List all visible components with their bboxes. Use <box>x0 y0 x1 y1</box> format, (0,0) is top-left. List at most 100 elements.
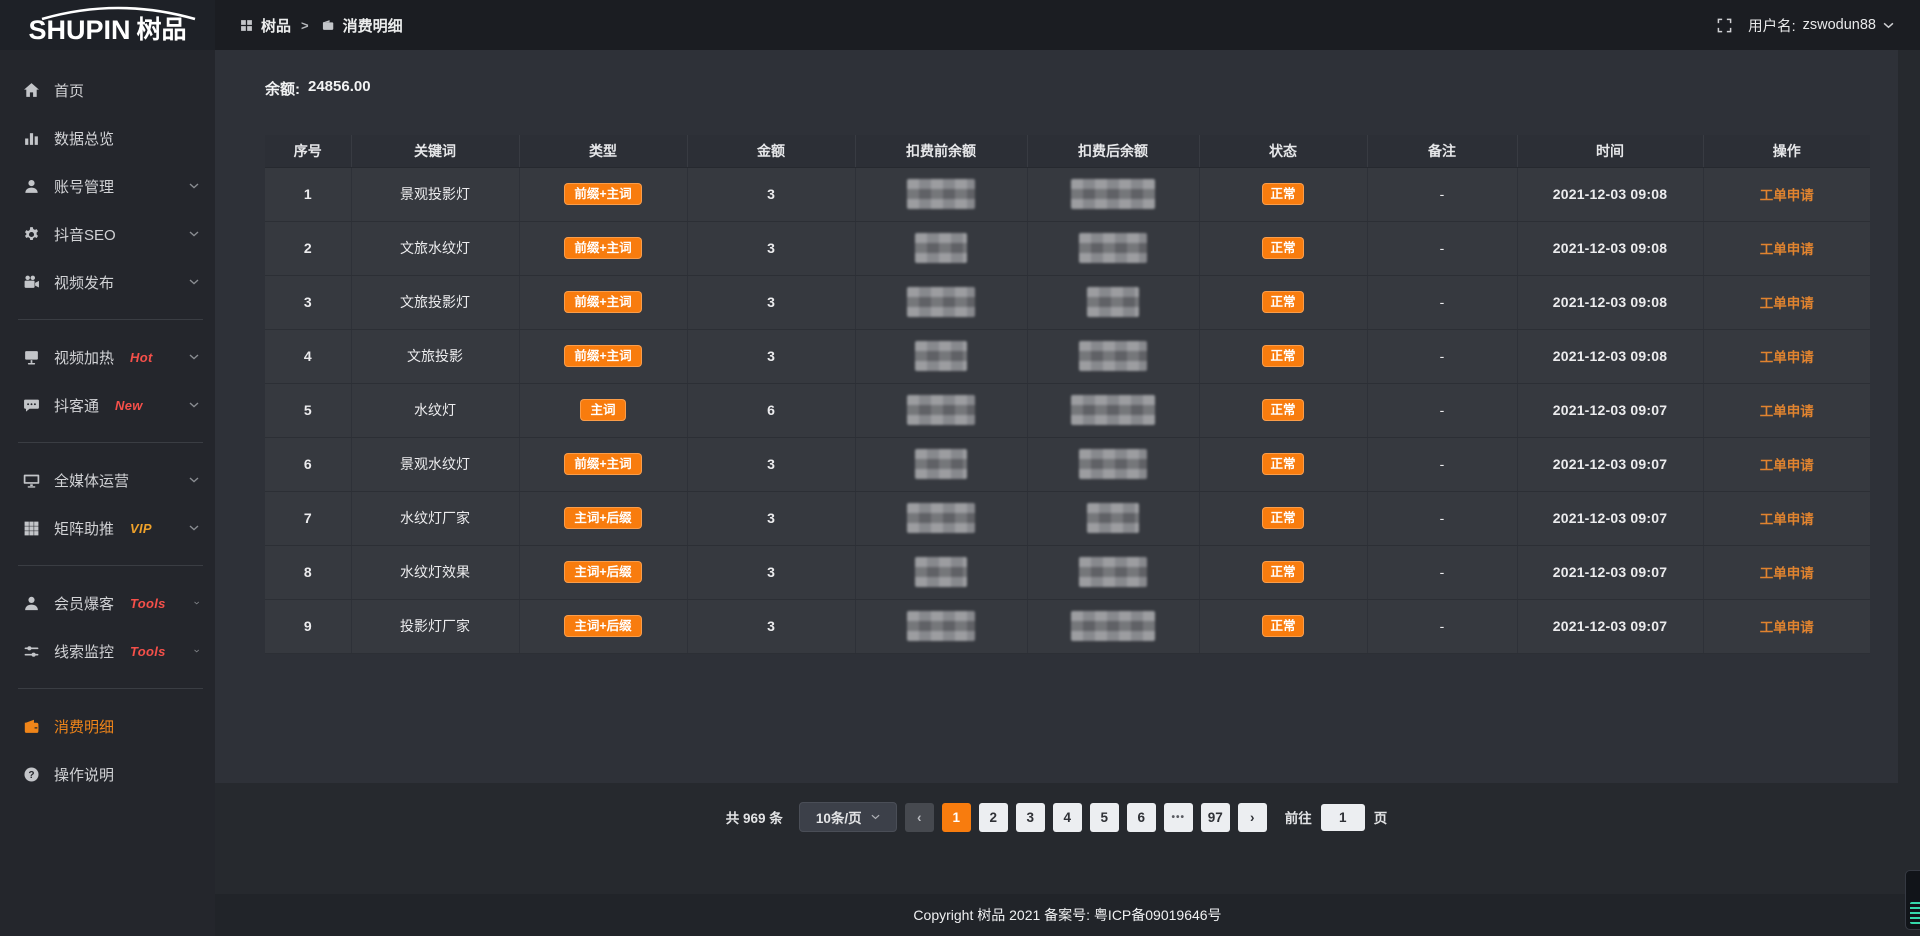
sidebar-item-video-heat[interactable]: 视频加热 Hot <box>0 333 215 381</box>
redacted-balance-before <box>907 287 975 317</box>
sidebar-item-instructions[interactable]: ? 操作说明 <box>0 750 215 798</box>
ticket-apply-link[interactable]: 工单申请 <box>1760 512 1814 527</box>
sidebar-divider <box>18 688 203 689</box>
ticket-apply-link[interactable]: 工单申请 <box>1760 620 1814 635</box>
copyright-text: Copyright 树品 2021 备案号: 粤ICP备09019646号 <box>913 905 1221 925</box>
col-type: 类型 <box>519 135 687 167</box>
sidebar: 首页 数据总览 账号管理 抖音SEO 视频发布 视频加热 <box>0 50 215 936</box>
keyword-cell: 水纹灯效果 <box>351 545 519 599</box>
col-action: 操作 <box>1703 135 1870 167</box>
page-button-2[interactable]: 2 <box>979 803 1008 832</box>
sidebar-item-douyin-seo[interactable]: 抖音SEO <box>0 210 215 258</box>
sidebar-item-media-operation[interactable]: 全媒体运营 <box>0 456 215 504</box>
chevron-down-icon <box>194 648 199 654</box>
sidebar-item-doukentong[interactable]: 抖客通 New <box>0 381 215 429</box>
note-cell: - <box>1367 545 1517 599</box>
logo-text-cn: 树品 <box>137 17 187 43</box>
chevron-down-icon <box>189 477 199 483</box>
table-row: 8 水纹灯效果 主词+后缀 3 正常 - 2021-12-03 09:07 工单… <box>265 545 1870 599</box>
breadcrumb-item-current[interactable]: 消费明细 <box>319 15 403 36</box>
keyword-cell: 文旅投影灯 <box>351 275 519 329</box>
breadcrumb-separator: > <box>301 18 309 33</box>
ticket-apply-link[interactable]: 工单申请 <box>1760 458 1814 473</box>
sidebar-divider <box>18 565 203 566</box>
chat-icon <box>22 397 40 414</box>
logo-arc-icon <box>36 5 201 21</box>
table-row: 6 景观水纹灯 前缀+主词 3 正常 - 2021-12-03 09:07 工单… <box>265 437 1870 491</box>
page-button-last[interactable]: 97 <box>1201 803 1230 832</box>
redacted-balance-before <box>915 557 967 587</box>
sidebar-item-data-overview[interactable]: 数据总览 <box>0 114 215 162</box>
redacted-balance-after <box>1071 395 1155 425</box>
balance-value: 24856.00 <box>308 78 371 99</box>
sidebar-item-matrix-boost[interactable]: 矩阵助推 VIP <box>0 504 215 552</box>
footer: Copyright 树品 2021 备案号: 粤ICP备09019646号 <box>215 894 1920 936</box>
prev-page-button[interactable]: ‹ <box>905 803 934 832</box>
gear-icon <box>22 226 40 243</box>
ticket-apply-link[interactable]: 工单申请 <box>1760 404 1814 419</box>
redacted-balance-after <box>1071 179 1155 209</box>
page-button-1[interactable]: 1 <box>942 803 971 832</box>
side-float-widget[interactable] <box>1905 870 1920 930</box>
redacted-balance-after <box>1079 557 1147 587</box>
screen-icon <box>22 349 40 366</box>
type-badge: 主词+后缀 <box>564 615 641 638</box>
next-page-button[interactable]: › <box>1238 803 1267 832</box>
page-button-3[interactable]: 3 <box>1016 803 1045 832</box>
dashboard-icon <box>237 19 255 32</box>
redacted-balance-after <box>1087 287 1139 317</box>
ticket-apply-link[interactable]: 工单申请 <box>1760 242 1814 257</box>
col-amount: 金额 <box>687 135 855 167</box>
type-badge: 前缀+主词 <box>564 291 641 314</box>
page-size-select[interactable]: 10条/页 <box>799 802 897 832</box>
fullscreen-icon[interactable] <box>1717 18 1732 33</box>
question-icon: ? <box>22 766 40 783</box>
redacted-balance-before <box>915 341 967 371</box>
goto-page-input[interactable] <box>1321 804 1365 831</box>
page-button-4[interactable]: 4 <box>1053 803 1082 832</box>
chevron-down-icon <box>189 231 199 237</box>
ticket-apply-link[interactable]: 工单申请 <box>1760 296 1814 311</box>
monitor-icon <box>22 472 40 489</box>
more-pages-button[interactable]: ••• <box>1164 803 1193 832</box>
sidebar-item-lead-monitor[interactable]: 线索监控 Tools <box>0 627 215 675</box>
username-value: zswodun88 <box>1803 17 1876 33</box>
status-badge: 正常 <box>1262 291 1303 314</box>
main-content: 余额: 24856.00 序号 关键词 类型 金额 扣费前余额 扣费后余额 <box>215 50 1920 936</box>
logo[interactable]: SHUPIN 树品 <box>0 0 215 50</box>
redacted-balance-after <box>1079 341 1147 371</box>
sidebar-item-account-mgmt[interactable]: 账号管理 <box>0 162 215 210</box>
ticket-apply-link[interactable]: 工单申请 <box>1760 566 1814 581</box>
note-cell: - <box>1367 491 1517 545</box>
ticket-apply-link[interactable]: 工单申请 <box>1760 188 1814 203</box>
redacted-balance-before <box>907 503 975 533</box>
sidebar-item-home[interactable]: 首页 <box>0 66 215 114</box>
ticket-apply-link[interactable]: 工单申请 <box>1760 350 1814 365</box>
page-button-5[interactable]: 5 <box>1090 803 1119 832</box>
type-badge: 主词 <box>580 399 625 422</box>
type-badge: 前缀+主词 <box>564 345 641 368</box>
table-row: 4 文旅投影 前缀+主词 3 正常 - 2021-12-03 09:08 工单申… <box>265 329 1870 383</box>
chevron-down-icon <box>189 402 199 408</box>
type-badge: 主词+后缀 <box>564 561 641 584</box>
chevron-down-icon <box>871 814 880 820</box>
breadcrumb-item-home[interactable]: 树品 <box>237 15 291 36</box>
type-badge: 前缀+主词 <box>564 183 641 206</box>
table-row: 1 景观投影灯 前缀+主词 3 正常 - 2021-12-03 09:08 工单… <box>265 167 1870 221</box>
col-index: 序号 <box>265 135 351 167</box>
pagination: 共 969 条 10条/页 ‹ 1 2 3 4 5 6 ••• 97 › 前往 … <box>215 802 1898 832</box>
col-note: 备注 <box>1367 135 1517 167</box>
type-badge: 前缀+主词 <box>564 453 641 476</box>
sidebar-item-consumption-detail[interactable]: 消费明细 <box>0 702 215 750</box>
sidebar-divider <box>18 319 203 320</box>
redacted-balance-after <box>1079 233 1147 263</box>
user-menu[interactable]: 用户名: zswodun88 <box>1748 15 1894 36</box>
note-cell: - <box>1367 329 1517 383</box>
keyword-cell: 景观水纹灯 <box>351 437 519 491</box>
widget-stripes <box>1910 902 1920 924</box>
sidebar-item-video-publish[interactable]: 视频发布 <box>0 258 215 306</box>
table-row: 7 水纹灯厂家 主词+后缀 3 正常 - 2021-12-03 09:07 工单… <box>265 491 1870 545</box>
redacted-balance-after <box>1087 503 1139 533</box>
page-button-6[interactable]: 6 <box>1127 803 1156 832</box>
sidebar-item-member-burst[interactable]: 会员爆客 Tools <box>0 579 215 627</box>
